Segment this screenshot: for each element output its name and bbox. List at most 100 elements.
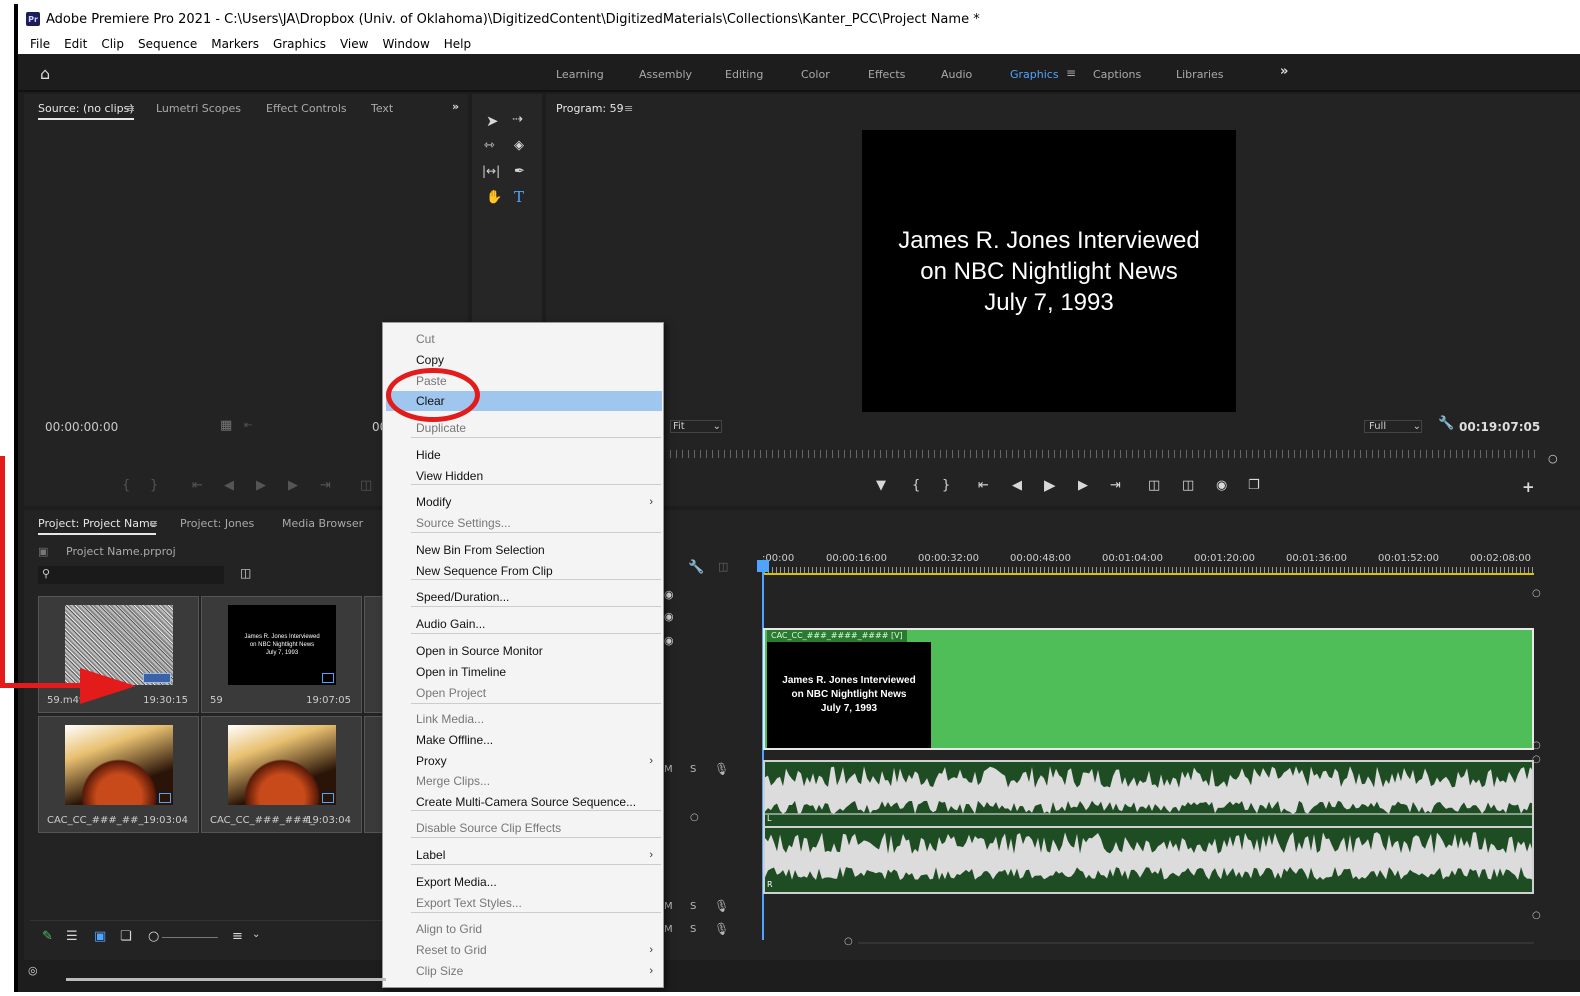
tab-text[interactable]: Text [371,102,393,115]
menu-item-clip-size[interactable]: Clip Size › [383,961,663,981]
source-panel-overflow-icon[interactable]: » [452,100,459,113]
source-go-to-out-icon[interactable]: ⇥ [320,478,331,493]
eye-icon[interactable]: ◉ [664,610,674,623]
workspace-menu-icon[interactable]: ≡ [1066,66,1076,80]
menu-item-export-media[interactable]: Export Media... [383,872,663,892]
pen-icon[interactable]: ✒ [514,164,525,179]
menu-item-cut[interactable]: Cut [383,329,663,349]
quality-select[interactable]: Full ⌄ [1364,420,1422,433]
icon-view-icon[interactable]: ▣ [94,929,106,944]
source-play-icon[interactable]: ▶ [256,478,266,493]
menu-item-modify[interactable]: Modify › [383,492,663,512]
workspace-tab-learning[interactable]: Learning [556,68,604,81]
mark-in-icon[interactable]: { [912,478,920,493]
menu-clip[interactable]: Clip [101,37,124,51]
menu-item-label[interactable]: Label › [383,845,663,865]
project-item-cac-1[interactable]: CAC_CC_###_##_ 19:03:04 [38,716,199,833]
workspace-tab-graphics[interactable]: Graphics [1010,68,1059,81]
menu-item-export-text-styles[interactable]: Export Text Styles... [383,893,663,913]
menu-item-create-multi-camera-source-sequence[interactable]: Create Multi-Camera Source Sequence... [383,792,663,812]
camera-icon[interactable]: ◉ [1216,478,1227,493]
video-clip[interactable]: CAC_CC_###_####_#### [V] James R. Jones … [763,628,1534,750]
workspace-tab-assembly[interactable]: Assembly [639,68,692,81]
menu-item-copy[interactable]: Copy [383,350,663,370]
program-time-ruler[interactable] [670,450,1538,458]
menu-item-align-to-grid[interactable]: Align to Grid [383,919,663,939]
project-search-input[interactable]: ⚲ [38,566,224,584]
play-icon[interactable]: ▶ [1044,476,1056,494]
workspace-overflow-icon[interactable]: » [1280,64,1288,79]
add-marker-icon[interactable]: ▼ [876,478,886,493]
menu-item-open-in-source-monitor[interactable]: Open in Source Monitor [383,641,663,661]
menu-item-merge-clips[interactable]: Merge Clips... [383,771,663,791]
project-item-cac-2[interactable]: CAC_CC_###_###_ 19:03:04 [201,716,362,833]
audio-clip-left[interactable]: L [763,760,1534,828]
track-height-handle-icon[interactable]: ○ [1532,754,1541,765]
go-to-out-icon[interactable]: ⇥ [1110,478,1121,493]
solo-toggle[interactable]: S [690,901,696,912]
project-item-sequence-59[interactable]: James R. Jones Interviewed on NBC Nightl… [201,596,362,713]
program-monitor-screen[interactable]: James R. Jones Interviewed on NBC Nightl… [862,130,1236,412]
hand-icon[interactable]: ✋ [486,190,502,205]
program-zoom-handle-icon[interactable]: ○ [1548,452,1558,465]
program-title[interactable]: Program: 59 [556,102,624,118]
button-editor-plus-icon[interactable]: + [1522,478,1535,496]
source-timecode[interactable]: 00:00:00:00 [45,420,118,434]
menu-item-make-offline[interactable]: Make Offline... [383,730,663,750]
menu-markers[interactable]: Markers [211,37,259,51]
selection-tool-icon[interactable]: ➤ [486,112,499,130]
workspace-tab-effects[interactable]: Effects [868,68,905,81]
mute-toggle[interactable]: M [664,924,673,935]
source-mark-in-icon[interactable]: { [122,478,130,493]
source-insert-icon[interactable]: ⇤ [244,420,252,431]
playhead-handle-icon[interactable] [757,560,769,572]
menu-item-reset-to-grid[interactable]: Reset to Grid › [383,940,663,960]
workspace-tab-editing[interactable]: Editing [725,68,763,81]
menu-item-new-sequence-from-clip[interactable]: New Sequence From Clip [383,561,663,581]
home-icon[interactable]: ⌂ [40,64,50,83]
project-menu-icon[interactable]: ≡ [149,517,158,530]
menu-edit[interactable]: Edit [64,37,87,51]
microphone-icon[interactable]: 🎙 [714,762,729,776]
lift-icon[interactable]: ◫ [1148,478,1160,493]
list-view-icon[interactable]: ☰ [66,929,78,944]
workspace-tab-captions[interactable]: Captions [1093,68,1141,81]
wrench-icon[interactable]: 🔧 [688,560,704,575]
solo-toggle[interactable]: S [690,764,696,775]
pencil-icon[interactable]: ✎ [42,929,53,944]
mute-toggle[interactable]: M [664,901,673,912]
menu-item-speed-duration[interactable]: Speed/Duration... [383,587,663,607]
chevron-down-icon[interactable]: ⌄ [252,929,260,940]
zoom-slider-handle-icon[interactable]: ○ [148,929,159,944]
slip-icon[interactable]: |↔| [482,164,500,178]
mute-toggle[interactable]: M [664,764,673,775]
captions-icon[interactable]: ◫ [718,560,728,573]
menu-item-view-hidden[interactable]: View Hidden [383,466,663,486]
wrench-icon[interactable]: 🔧 [1438,416,1454,431]
step-back-icon[interactable]: ◀ [1012,478,1022,493]
sort-icon[interactable]: ≡ [232,929,243,944]
freeform-view-icon[interactable]: ❏ [120,929,132,944]
program-menu-icon[interactable]: ≡ [624,102,633,115]
menu-item-proxy[interactable]: Proxy › [383,751,663,771]
workspace-tab-color[interactable]: Color [801,68,830,81]
comparison-view-icon[interactable]: ❐ [1248,478,1260,493]
eye-icon[interactable]: ◉ [664,634,674,647]
audio-clip-right[interactable]: R [763,826,1534,894]
menu-help[interactable]: Help [444,37,471,51]
tab-lumetri-scopes[interactable]: Lumetri Scopes [156,102,241,115]
ripple-edit-icon[interactable]: ⇿ [484,138,495,153]
type-icon[interactable]: T [514,188,524,206]
menu-item-new-bin-from-selection[interactable]: New Bin From Selection [383,540,663,560]
tab-project-name[interactable]: Project: Project Name [38,517,157,535]
menu-item-source-settings[interactable]: Source Settings... [383,513,663,533]
track-select-icon[interactable]: ⇢ [512,112,523,127]
step-forward-icon[interactable]: ▶ [1078,478,1088,493]
tab-media-browser[interactable]: Media Browser [282,517,363,530]
timeline-ruler[interactable] [764,567,1534,575]
menu-item-link-media[interactable]: Link Media... [383,709,663,729]
menu-graphics[interactable]: Graphics [273,37,326,51]
zoom-slider[interactable] [162,937,218,938]
track-height-handle-icon[interactable]: ○ [1532,740,1541,751]
extract-icon[interactable]: ◫ [1182,478,1194,493]
